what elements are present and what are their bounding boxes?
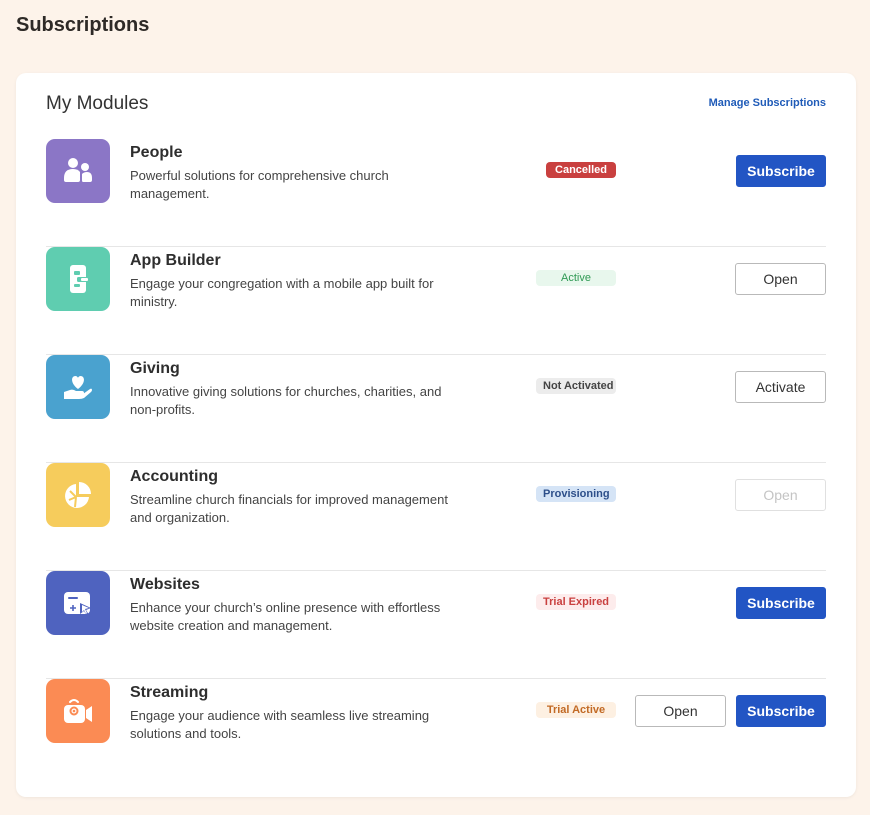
status-badge-trial-expired: Trial Expired bbox=[536, 594, 616, 610]
module-row-accounting: Accounting Streamline church financials … bbox=[46, 463, 826, 571]
card-title: My Modules bbox=[46, 93, 149, 114]
subscribe-button[interactable]: Subscribe bbox=[736, 155, 826, 187]
activate-button[interactable]: Activate bbox=[735, 371, 826, 403]
people-icon bbox=[46, 139, 110, 203]
module-row-websites: Websites Enhance your church’s online pr… bbox=[46, 571, 826, 679]
open-button[interactable]: Open bbox=[635, 695, 726, 727]
my-modules-card: My Modules Manage Subscriptions People P… bbox=[16, 73, 856, 797]
website-cursor-icon bbox=[46, 571, 110, 635]
module-name: People bbox=[130, 144, 183, 161]
module-name: App Builder bbox=[130, 252, 221, 269]
status-badge-trial-active: Trial Active bbox=[536, 702, 616, 718]
status-badge-active: Active bbox=[536, 270, 616, 286]
module-name: Websites bbox=[130, 576, 200, 593]
mobile-app-icon bbox=[46, 247, 110, 311]
subscribe-button[interactable]: Subscribe bbox=[736, 695, 826, 727]
module-name: Accounting bbox=[130, 468, 218, 485]
module-name: Giving bbox=[130, 360, 180, 377]
module-description: Enhance your church’s online presence wi… bbox=[130, 600, 441, 633]
module-row-streaming: Streaming Engage your audience with seam… bbox=[46, 679, 826, 787]
module-description: Streamline church financials for improve… bbox=[130, 492, 448, 525]
module-description: Powerful solutions for comprehensive chu… bbox=[130, 168, 389, 201]
module-description: Engage your congregation with a mobile a… bbox=[130, 276, 434, 309]
subscribe-button[interactable]: Subscribe bbox=[736, 587, 826, 619]
pie-chart-icon bbox=[46, 463, 110, 527]
module-list: People Powerful solutions for comprehens… bbox=[46, 139, 826, 787]
status-badge-cancelled: Cancelled bbox=[546, 162, 616, 178]
status-badge-not-activated: Not Activated bbox=[536, 378, 616, 394]
status-badge-provisioning: Provisioning bbox=[536, 486, 616, 502]
hand-heart-icon bbox=[46, 355, 110, 419]
module-row-people: People Powerful solutions for comprehens… bbox=[46, 139, 826, 247]
module-row-giving: Giving Innovative giving solutions for c… bbox=[46, 355, 826, 463]
page-title: Subscriptions bbox=[16, 14, 150, 36]
manage-subscriptions-link[interactable]: Manage Subscriptions bbox=[709, 97, 826, 109]
module-description: Engage your audience with seamless live … bbox=[130, 708, 430, 741]
module-row-app-builder: App Builder Engage your congregation wit… bbox=[46, 247, 826, 355]
open-button-disabled: Open bbox=[735, 479, 826, 511]
module-name: Streaming bbox=[130, 684, 209, 701]
card-header: My Modules Manage Subscriptions bbox=[46, 93, 826, 117]
video-camera-icon bbox=[46, 679, 110, 743]
module-description: Innovative giving solutions for churches… bbox=[130, 384, 442, 417]
open-button[interactable]: Open bbox=[735, 263, 826, 295]
